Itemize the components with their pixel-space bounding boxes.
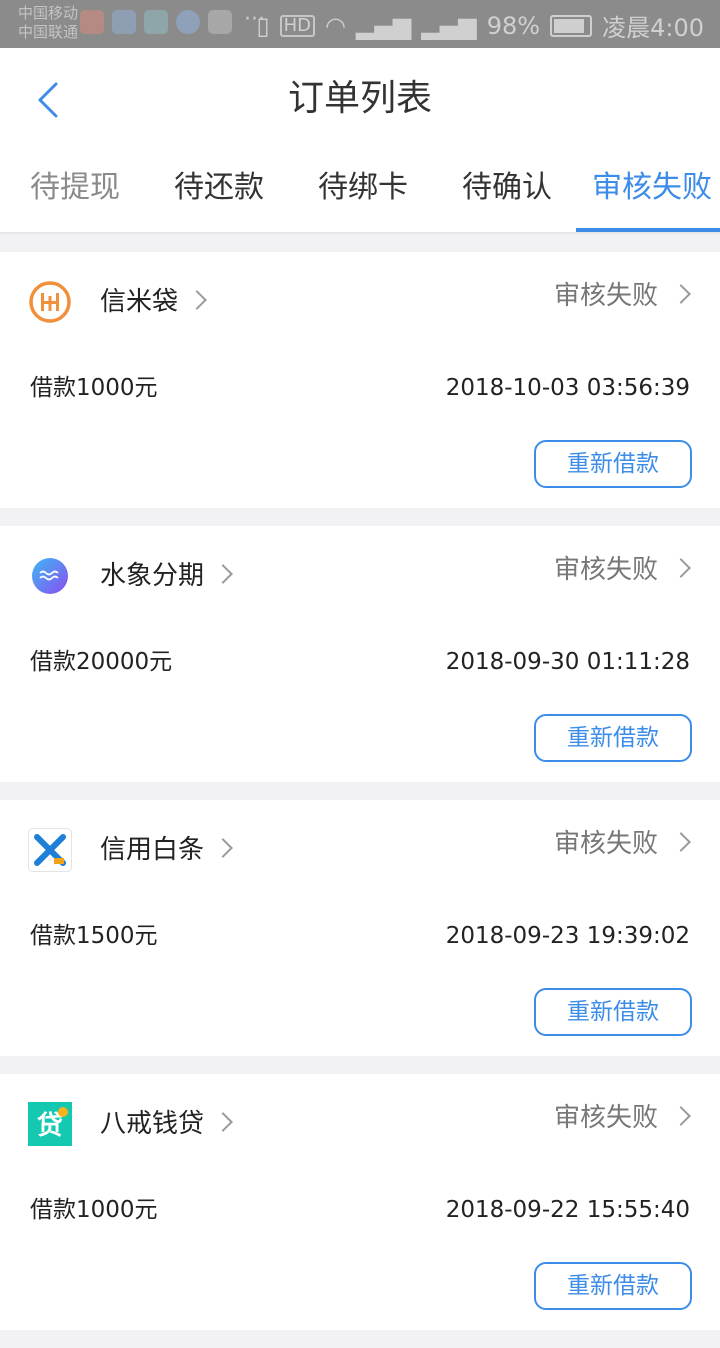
- order-timestamp: 2018-09-22 15:55:40: [445, 1197, 690, 1223]
- reapply-loan-button[interactable]: 重新借款: [534, 440, 692, 488]
- system-status: ▯ HD ◠ ▂▄▆ ▂▄▆ 98% 凌晨4:00: [256, 8, 704, 43]
- lender-name: 信米袋: [100, 287, 179, 317]
- loan-amount: 借款1500元: [30, 923, 158, 949]
- app-notification-icon: [112, 10, 136, 34]
- chevron-right-icon: [213, 1112, 233, 1132]
- battery-icon: [550, 14, 593, 37]
- app-header: 订单列表 待提现 待还款 待绑卡 待确认 审核失败: [0, 48, 720, 234]
- chevron-right-icon: [187, 290, 207, 310]
- tab-pending-bind-card[interactable]: 待绑卡: [318, 168, 408, 208]
- notification-icons: ···: [80, 9, 265, 34]
- app-notification-icon: [80, 10, 104, 34]
- wifi-icon: ◠: [325, 11, 346, 40]
- order-status-link[interactable]: 审核失败: [553, 550, 691, 590]
- reapply-loan-button[interactable]: 重新借款: [534, 988, 692, 1036]
- chevron-right-icon: [671, 284, 691, 304]
- lender-link[interactable]: 水象分期: [100, 556, 233, 596]
- carrier-labels: 中国移动 中国联通: [18, 4, 78, 42]
- status-badge: 审核失败: [553, 555, 658, 585]
- xinyong-baitiao-logo-icon: [28, 828, 72, 872]
- status-tabs: 待提现 待还款 待绑卡 待确认 审核失败: [0, 160, 720, 234]
- page-title: 订单列表: [287, 78, 432, 119]
- vibrate-icon: ▯: [256, 11, 270, 40]
- lender-link[interactable]: 信用白条: [100, 830, 233, 870]
- loan-amount: 借款20000元: [30, 649, 173, 675]
- chevron-right-icon: [213, 564, 233, 584]
- lender-link[interactable]: 八戒钱贷: [100, 1104, 233, 1144]
- reapply-loan-button[interactable]: 重新借款: [534, 1262, 692, 1310]
- order-card: 信米袋 审核失败 借款1000元 2018-10-03 03:56:39 重新借…: [0, 252, 720, 508]
- lender-name: 水象分期: [100, 561, 205, 591]
- order-timestamp: 2018-09-30 01:11:28: [445, 649, 690, 675]
- order-status-link[interactable]: 审核失败: [553, 276, 691, 316]
- tab-pending-confirm[interactable]: 待确认: [462, 168, 552, 208]
- tab-pending-withdraw[interactable]: 待提现: [30, 168, 120, 208]
- order-card: 水象分期 审核失败 借款20000元 2018-09-30 01:11:28 重…: [0, 526, 720, 782]
- order-status-link[interactable]: 审核失败: [553, 1098, 691, 1138]
- app-notification-icon: [144, 10, 168, 34]
- chevron-right-icon: [671, 1106, 691, 1126]
- battery-percent: 98%: [486, 11, 541, 40]
- chevron-right-icon: [671, 832, 691, 852]
- loan-amount: 借款1000元: [30, 375, 158, 401]
- order-status-link[interactable]: 审核失败: [553, 824, 691, 864]
- order-card: 贷 八戒钱贷 审核失败 借款1000元 2018-09-22 15:55:40 …: [0, 1074, 720, 1330]
- chevron-right-icon: [671, 558, 691, 578]
- carrier-2: 中国联通: [18, 23, 79, 41]
- missed-call-icon: [208, 10, 232, 34]
- shuixiang-logo-icon: [32, 558, 68, 594]
- clock: 凌晨4:00: [602, 14, 704, 42]
- order-card: 信用白条 审核失败 借款1500元 2018-09-23 19:39:02 重新…: [0, 800, 720, 1056]
- bajie-qiandai-logo-icon: 贷: [28, 1102, 72, 1146]
- signal-icon: ▂▄▆: [356, 11, 412, 40]
- status-badge: 审核失败: [553, 829, 658, 859]
- loan-amount: 借款1000元: [30, 1197, 158, 1223]
- chevron-right-icon: [213, 838, 233, 858]
- hd-badge: HD: [279, 14, 316, 37]
- shield-icon: [176, 10, 200, 34]
- lender-link[interactable]: 信米袋: [100, 282, 207, 322]
- lender-name: 信用白条: [100, 835, 205, 865]
- status-bar: 中国移动 中国联通 ··· ▯ HD ◠ ▂▄▆ ▂▄▆ 98% 凌晨4:00: [0, 0, 720, 48]
- active-tab-indicator: [576, 228, 720, 232]
- lender-name: 八戒钱贷: [100, 1109, 205, 1139]
- reapply-loan-button[interactable]: 重新借款: [534, 714, 692, 762]
- tab-pending-repay[interactable]: 待还款: [174, 168, 264, 208]
- xinmidai-logo-icon: [29, 281, 71, 323]
- status-badge: 审核失败: [553, 1103, 658, 1133]
- order-timestamp: 2018-10-03 03:56:39: [445, 375, 690, 401]
- signal-icon: ▂▄▆: [421, 11, 477, 40]
- status-badge: 审核失败: [553, 281, 658, 311]
- carrier-1: 中国移动: [18, 4, 79, 22]
- tab-review-failed[interactable]: 审核失败: [592, 168, 712, 208]
- order-list: 信米袋 审核失败 借款1000元 2018-10-03 03:56:39 重新借…: [0, 252, 720, 1348]
- order-timestamp: 2018-09-23 19:39:02: [445, 923, 690, 949]
